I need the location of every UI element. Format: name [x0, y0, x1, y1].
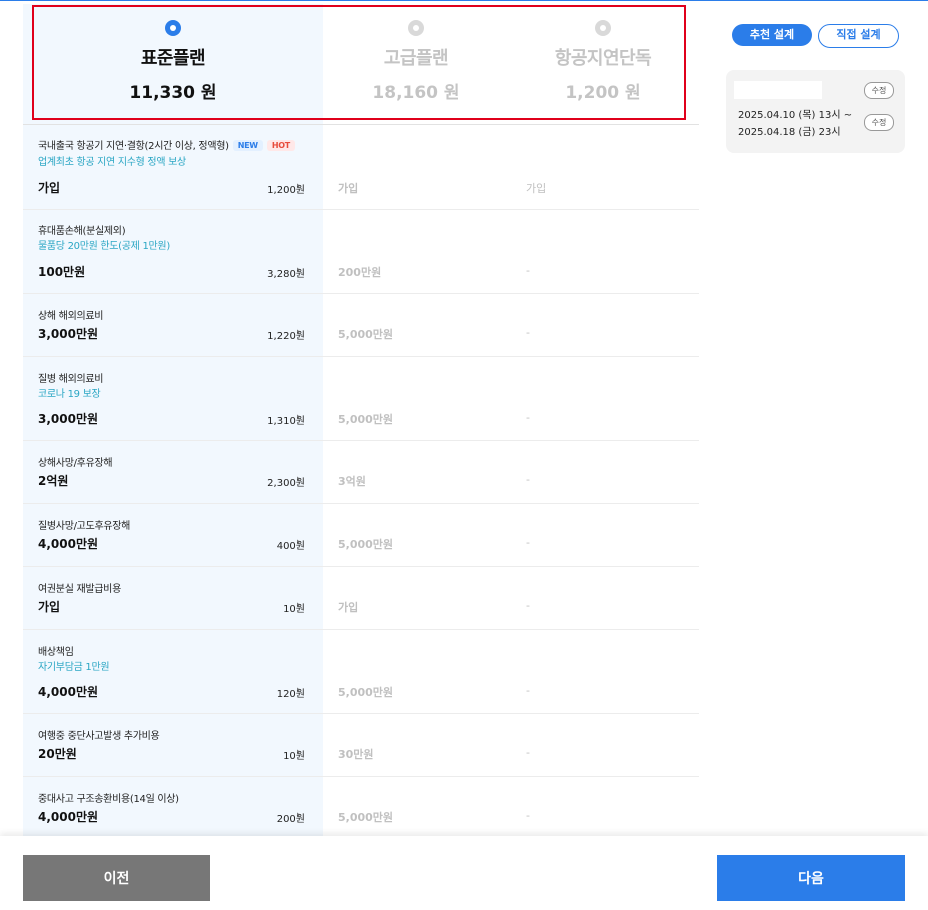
chevron-right-icon[interactable]: ›: [296, 745, 300, 758]
delay-plan-value: -: [526, 684, 530, 697]
delay-plan-value: -: [526, 326, 530, 339]
delay-plan-value: -: [526, 264, 530, 277]
coverage-label: 상해 해외의료비: [38, 311, 104, 322]
table-row: 중대사고 구조송환비용(14일 이상) 4,000만원 200원 › 5,000…: [23, 777, 699, 841]
premium-plan-value: 5,000만원: [338, 538, 394, 551]
coverage-premium: 1,200원: [267, 185, 305, 196]
coverage-amount: 3,000만원: [38, 327, 99, 341]
delay-plan-value: -: [526, 473, 530, 486]
chevron-right-icon[interactable]: ›: [296, 325, 300, 338]
coverage-premium: 1,220원: [267, 331, 305, 342]
coverage-premium: 200원: [276, 814, 305, 825]
coverage-amount: 2억원: [38, 474, 69, 488]
tab-custom-design[interactable]: 직접 설계: [818, 24, 899, 48]
premium-plan-value: 5,000만원: [338, 328, 394, 341]
prev-button[interactable]: 이전: [23, 855, 210, 901]
tab-recommended-design[interactable]: 추천 설계: [732, 24, 812, 46]
top-accent-line: [0, 0, 928, 1]
coverage-amount: 4,000만원: [38, 810, 99, 824]
coverage-table: 국내출국 항공기 지연·결항(2시간 이상, 정액형) NEW HOT 업계최초 항…: [23, 125, 699, 841]
chevron-right-icon[interactable]: ›: [296, 683, 300, 696]
coverage-amount: 4,000만원: [38, 537, 99, 551]
delay-plan-value: -: [526, 599, 530, 612]
delay-plan-value: -: [526, 411, 530, 424]
trip-end-date: 2025.04.18 (금) 23시: [738, 127, 841, 138]
trip-period: 2025.04.10 (목) 13시 ~ 2025.04.18 (금) 23시: [738, 107, 852, 141]
coverage-premium: 10원: [283, 604, 305, 615]
table-row: 상해사망/후유장해 2억원 2,300원 › 3억원 -: [23, 441, 699, 504]
coverage-premium: 1,310원: [267, 416, 305, 427]
chevron-right-icon[interactable]: ›: [296, 179, 300, 192]
premium-plan-value: 5,000만원: [338, 413, 394, 426]
highlight-box: [32, 5, 686, 120]
table-row: 여권분실 재발급비용 가입 10원 › 가입 -: [23, 567, 699, 630]
coverage-label: 중대사고 구조송환비용(14일 이상): [38, 794, 179, 805]
coverage-amount: 가입: [38, 181, 61, 195]
coverage-label: 국내출국 항공기 지연·결항(2시간 이상, 정액형): [38, 141, 229, 152]
premium-plan-value: 30만원: [338, 748, 374, 761]
premium-plan-value: 5,000만원: [338, 686, 394, 699]
coverage-note: 업계최초 항공 지연 지수형 정액 보상: [38, 157, 186, 168]
coverage-label: 질병사망/고도후유장해: [38, 521, 131, 532]
delay-plan-value: -: [526, 809, 530, 822]
coverage-label: 여행중 중단사고발생 추가비용: [38, 731, 160, 742]
coverage-amount: 20만원: [38, 747, 77, 761]
premium-plan-value: 가입: [338, 601, 359, 614]
table-row: 질병사망/고도후유장해 4,000만원 400원 › 5,000만원 -: [23, 504, 699, 567]
coverage-premium: 3,280원: [267, 269, 305, 280]
delay-plan-value: -: [526, 746, 530, 759]
chevron-right-icon[interactable]: ›: [296, 472, 300, 485]
chevron-right-icon[interactable]: ›: [296, 598, 300, 611]
coverage-label: 배상책임: [38, 647, 74, 658]
edit-traveler-button[interactable]: 수정: [864, 82, 894, 99]
traveler-info-placeholder: [734, 81, 822, 99]
table-row: 질병 해외의료비 코로나 19 보장 3,000만원 1,310원 › 5,00…: [23, 357, 699, 441]
chevron-right-icon[interactable]: ›: [296, 535, 300, 548]
edit-period-button[interactable]: 수정: [864, 114, 894, 131]
delay-plan-value: 가입: [526, 182, 547, 195]
premium-plan-value: 가입: [338, 182, 359, 195]
next-button[interactable]: 다음: [717, 855, 905, 901]
table-row: 국내출국 항공기 지연·결항(2시간 이상, 정액형) NEW HOT 업계최초 항…: [23, 125, 699, 210]
coverage-note: 자기부담금 1만원: [38, 662, 110, 673]
table-row: 휴대품손해(분실제외) 물품당 20만원 한도(공제 1만원) 100만원 3,…: [23, 210, 699, 294]
new-badge: NEW: [232, 140, 263, 151]
chevron-right-icon[interactable]: ›: [296, 410, 300, 423]
table-row: 배상책임 자기부담금 1만원 4,000만원 120원 › 5,000만원 -: [23, 630, 699, 714]
coverage-label: 여권분실 재발급비용: [38, 584, 121, 595]
premium-plan-value: 200만원: [338, 266, 382, 279]
coverage-amount: 100만원: [38, 265, 86, 279]
trip-summary-card: 수정 수정 2025.04.10 (목) 13시 ~ 2025.04.18 (금…: [726, 70, 905, 153]
coverage-note: 코로나 19 보장: [38, 389, 101, 400]
table-row: 여행중 중단사고발생 추가비용 20만원 10원 › 30만원 -: [23, 714, 699, 777]
coverage-label: 휴대품손해(분실제외): [38, 226, 126, 237]
chevron-right-icon[interactable]: ›: [296, 263, 300, 276]
coverage-label-wrap: 국내출국 항공기 지연·결항(2시간 이상, 정액형) NEW HOT: [38, 137, 295, 152]
coverage-amount: 4,000만원: [38, 685, 99, 699]
chevron-right-icon[interactable]: ›: [296, 808, 300, 821]
coverage-premium: 120원: [276, 689, 305, 700]
coverage-amount: 가입: [38, 600, 61, 614]
coverage-label: 상해사망/후유장해: [38, 458, 113, 469]
premium-plan-value: 3억원: [338, 475, 366, 488]
coverage-amount: 3,000만원: [38, 412, 99, 426]
coverage-premium: 400원: [276, 541, 305, 552]
coverage-premium: 2,300원: [267, 478, 305, 489]
bottom-action-bar: 이전 다음: [0, 836, 928, 910]
table-row: 상해 해외의료비 3,000만원 1,220원 › 5,000만원 -: [23, 294, 699, 357]
coverage-label: 질병 해외의료비: [38, 374, 104, 385]
hot-badge: HOT: [266, 140, 295, 151]
premium-plan-value: 5,000만원: [338, 811, 394, 824]
delay-plan-value: -: [526, 536, 530, 549]
coverage-note: 물품당 20만원 한도(공제 1만원): [38, 241, 170, 252]
coverage-premium: 10원: [283, 751, 305, 762]
trip-start-date: 2025.04.10 (목) 13시 ~: [738, 110, 853, 121]
